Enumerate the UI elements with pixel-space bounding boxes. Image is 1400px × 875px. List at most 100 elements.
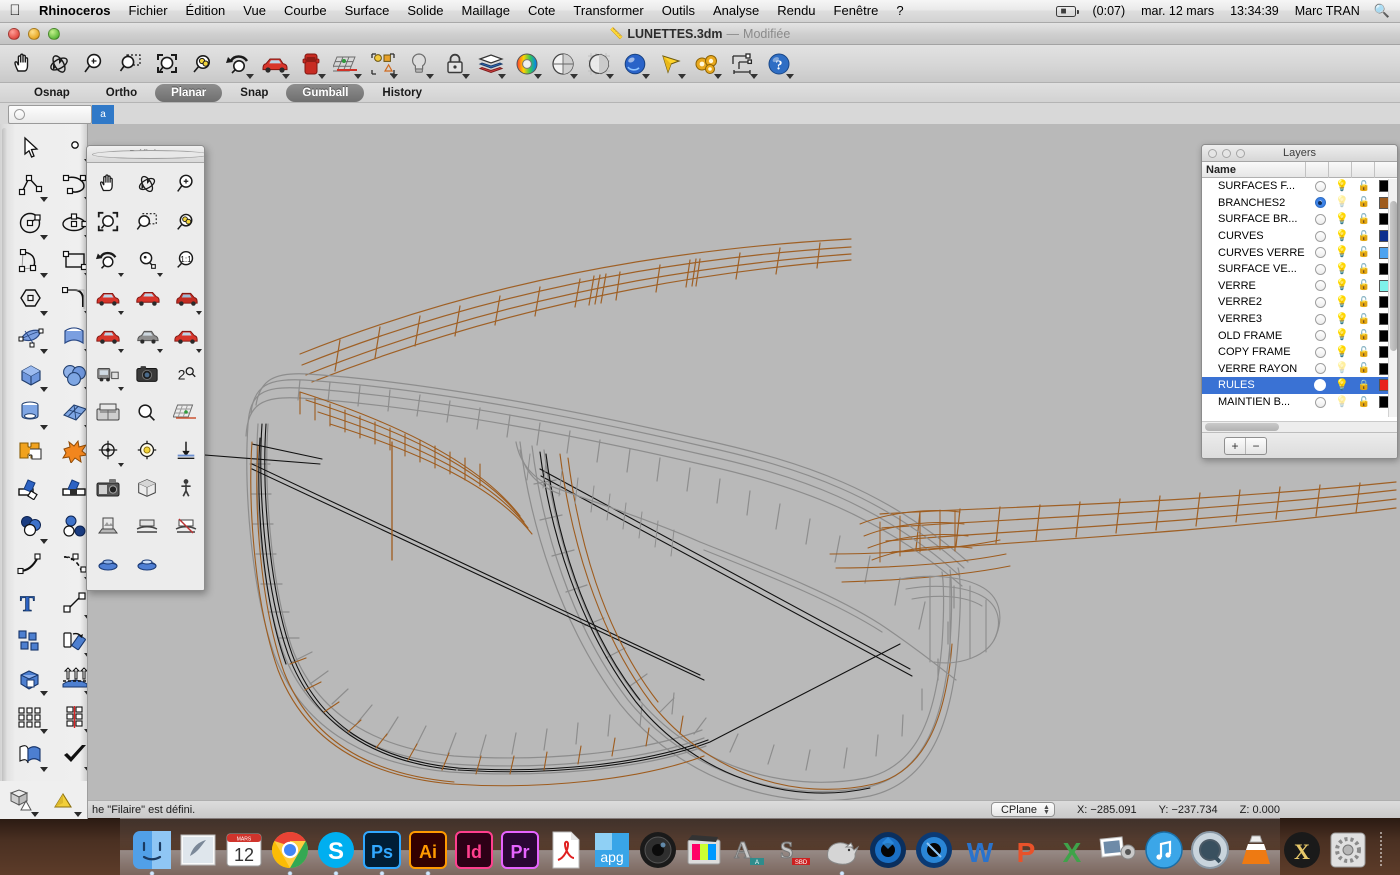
layer-unlocked-icon[interactable]: 🔓 [1353, 397, 1375, 408]
sbd-app-icon[interactable]: S SBD [776, 830, 816, 870]
powerpoint-icon[interactable]: P [1006, 830, 1046, 870]
layer-current-radio[interactable] [1309, 181, 1331, 192]
battery-time-remaining[interactable]: (0:07) [1084, 4, 1133, 18]
chevron-down-icon[interactable] [40, 387, 48, 392]
chevron-down-icon[interactable] [498, 74, 506, 79]
set-view-icon[interactable] [258, 47, 292, 81]
chevron-down-icon[interactable] [118, 273, 124, 277]
blend-curve-icon[interactable] [53, 546, 88, 584]
back-view-icon[interactable] [166, 279, 205, 317]
zoom-selected-icon[interactable] [186, 47, 220, 81]
layer-unlocked-icon[interactable]: 🔓 [1353, 197, 1375, 208]
chevron-down-icon[interactable] [606, 74, 614, 79]
osnap-tab-stub[interactable]: a [92, 105, 114, 124]
photo-capture-icon[interactable] [88, 469, 127, 507]
layer-unlocked-icon[interactable]: 🔓 [1353, 214, 1375, 225]
layers-close-button[interactable] [1208, 149, 1217, 158]
snap-toggle-gumball[interactable]: Gumball [286, 84, 364, 102]
chevron-down-icon[interactable] [786, 74, 794, 79]
trim-icon[interactable] [9, 470, 53, 508]
layer-row[interactable]: SURFACE BR...💡🔓 [1202, 211, 1397, 228]
chevron-down-icon[interactable] [246, 74, 254, 79]
chevron-down-icon[interactable] [570, 74, 578, 79]
chevron-down-icon[interactable] [354, 74, 362, 79]
layer-unlocked-icon[interactable]: 🔓 [1353, 264, 1375, 275]
light-icon[interactable] [402, 47, 436, 81]
zoom-extents-icon[interactable] [150, 47, 184, 81]
layer-row[interactable]: OLD FRAME💡🔓 [1202, 327, 1397, 344]
menu-item-transformer[interactable]: Transformer [564, 0, 652, 22]
layer-row[interactable]: VERRE💡🔓 [1202, 278, 1397, 295]
layer-visibility-bulb-icon[interactable]: 💡 [1331, 380, 1353, 391]
layer-visibility-bulb-icon[interactable]: 💡 [1331, 297, 1353, 308]
boolean-difference-icon[interactable] [9, 508, 53, 546]
render-mesh-icon[interactable] [0, 781, 44, 819]
font-book-icon[interactable]: A A [730, 830, 770, 870]
perspective-view-icon[interactable] [127, 279, 166, 317]
chevron-down-icon[interactable] [426, 74, 434, 79]
layer-locked-icon[interactable]: 🔒 [1353, 380, 1375, 391]
view-cube-icon[interactable] [127, 469, 166, 507]
layer-row[interactable]: CURVES VERRE💡🔓 [1202, 244, 1397, 261]
zoom-window-icon[interactable] [114, 47, 148, 81]
chrome-icon[interactable] [270, 830, 310, 870]
ghosted-viewport-icon[interactable] [582, 47, 616, 81]
xquartz-icon[interactable]: X [1282, 830, 1322, 870]
layer-current-radio[interactable] [1309, 297, 1331, 308]
itunes-icon[interactable] [1144, 830, 1184, 870]
zoom-selected-icon[interactable] [166, 203, 205, 241]
osnap-toggle-radio[interactable] [14, 109, 25, 120]
final-cut-pro-icon[interactable] [684, 830, 724, 870]
layer-visibility-bulb-icon[interactable]: 💡 [1331, 363, 1353, 374]
select-objects-icon[interactable] [366, 47, 400, 81]
layer-current-radio[interactable] [1309, 347, 1331, 358]
render-preview-icon[interactable] [654, 47, 688, 81]
cap-planar-holes-icon[interactable] [9, 660, 53, 698]
chevron-down-icon[interactable] [40, 235, 48, 240]
chevron-down-icon[interactable] [84, 615, 88, 620]
chevron-down-icon[interactable] [196, 349, 202, 353]
boolean-union-icon[interactable] [9, 432, 53, 470]
box-icon[interactable] [9, 356, 53, 394]
apple-logo-icon[interactable]:  [0, 3, 30, 20]
cplane-dropdown[interactable]: CPlane ▲▼ [991, 802, 1055, 817]
acrobat-reader-icon[interactable] [546, 830, 586, 870]
zoom-in-out-icon[interactable] [166, 165, 205, 203]
menu-item-surface[interactable]: Surface [336, 0, 399, 22]
surface-from-points-icon[interactable] [9, 318, 53, 356]
undo-view-change-icon[interactable] [88, 241, 127, 279]
layer-unlocked-icon[interactable]: 🔓 [1353, 330, 1375, 341]
view-tools-floating-palette[interactable]: Définir... [86, 145, 205, 591]
chevron-down-icon[interactable] [196, 311, 202, 315]
chevron-down-icon[interactable] [40, 273, 48, 278]
circle-icon[interactable] [9, 204, 53, 242]
ellipse-icon[interactable] [53, 204, 88, 242]
layer-unlocked-icon[interactable]: 🔓 [1353, 231, 1375, 242]
chevron-down-icon[interactable] [40, 691, 48, 696]
surface-from-network-icon[interactable] [53, 394, 88, 432]
layer-current-radio[interactable] [1309, 231, 1331, 242]
top-view-icon[interactable] [127, 317, 166, 355]
viewport-layout-icon[interactable] [88, 393, 127, 431]
layer-icon[interactable] [474, 47, 508, 81]
dimension-icon[interactable] [726, 47, 760, 81]
chevron-down-icon[interactable] [714, 74, 722, 79]
calendar-icon[interactable]: MARS 12 [224, 830, 264, 870]
layer-row[interactable]: COPY FRAME💡🔓 [1202, 344, 1397, 361]
wireframe-display-icon[interactable] [88, 545, 127, 583]
shaded-viewport-icon[interactable] [546, 47, 580, 81]
layer-row[interactable]: VERRE RAYON💡🔓 [1202, 361, 1397, 378]
zoom-one-to-one-icon[interactable]: 1:1 [166, 241, 205, 279]
layer-visibility-bulb-icon[interactable]: 💡 [1331, 247, 1353, 258]
layer-current-radio[interactable] [1309, 363, 1331, 374]
clipping-plane-icon[interactable] [127, 507, 166, 545]
arc-icon[interactable] [9, 242, 53, 280]
perspective-viewport[interactable] [0, 124, 1400, 800]
background-bitmap-icon[interactable] [88, 507, 127, 545]
clipping-plane-off-icon[interactable] [166, 507, 205, 545]
excel-icon[interactable]: X [1052, 830, 1092, 870]
chevron-down-icon[interactable] [118, 387, 124, 391]
shaded-display-icon[interactable] [127, 545, 166, 583]
cplane-origin-icon[interactable] [88, 431, 127, 469]
undo-view-change-icon[interactable] [222, 47, 256, 81]
